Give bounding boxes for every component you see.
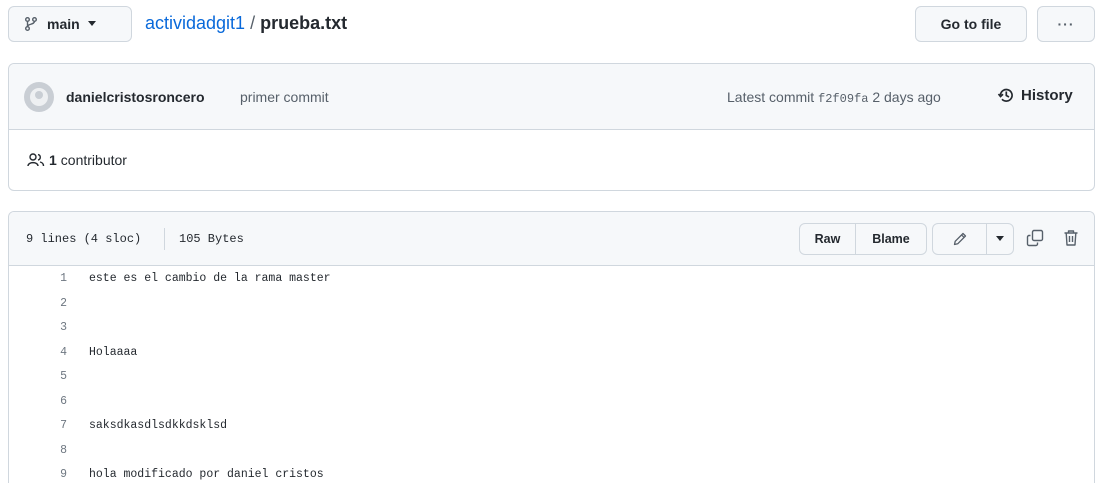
line-number[interactable]: 6 — [9, 395, 67, 408]
git-branch-icon — [23, 16, 39, 32]
code-line: 7 saksdkasdlsdkkdsklsd — [9, 419, 1094, 437]
commit-author[interactable]: danielcristosroncero — [66, 89, 205, 105]
file-size: 105 Bytes — [179, 232, 244, 246]
history-link[interactable]: History — [997, 86, 1073, 104]
go-to-file-button[interactable]: Go to file — [915, 6, 1027, 42]
line-number[interactable]: 7 — [9, 419, 67, 432]
line-number[interactable]: 8 — [9, 444, 67, 457]
line-number[interactable]: 5 — [9, 370, 67, 383]
delete-button[interactable] — [1059, 226, 1083, 250]
caret-down-icon — [996, 236, 1004, 242]
line-number[interactable]: 2 — [9, 297, 67, 310]
line-number[interactable]: 9 — [9, 468, 67, 481]
file-name: prueba.txt — [260, 13, 348, 33]
latest-commit-info: Latest commit f2f09fa 2 days ago — [727, 89, 941, 106]
code-line: 8 — [9, 444, 1094, 462]
code-line: 2 — [9, 297, 1094, 315]
edit-button[interactable] — [933, 224, 987, 254]
edit-dropdown-button[interactable] — [987, 224, 1013, 254]
breadcrumb-separator: / — [250, 13, 256, 33]
code-line: 5 — [9, 370, 1094, 388]
raw-button[interactable]: Raw — [800, 224, 856, 254]
avatar[interactable] — [24, 82, 54, 112]
line-content: hola modificado por daniel cristos — [89, 468, 324, 481]
line-content: este es el cambio de la rama master — [89, 272, 331, 285]
kebab-horizontal-icon: ··· — [1057, 16, 1075, 32]
file-header: 9 lines (4 sloc) 105 Bytes Raw Blame — [9, 212, 1094, 266]
pencil-icon — [952, 231, 968, 247]
line-content: Holaaaa — [89, 345, 138, 359]
latest-commit-prefix: Latest commit — [727, 89, 815, 105]
caret-down-icon — [87, 21, 96, 27]
line-number[interactable]: 4 — [9, 346, 67, 359]
code-line: 3 — [9, 321, 1094, 339]
commit-hash[interactable]: f2f09fa — [818, 92, 868, 106]
commit-message[interactable]: primer commit — [240, 89, 329, 105]
copy-button[interactable] — [1023, 226, 1047, 250]
branch-label: main — [47, 16, 80, 32]
copy-icon — [1026, 229, 1044, 247]
contributor-label: contributor — [60, 152, 127, 168]
people-icon — [27, 152, 45, 168]
line-number[interactable]: 3 — [9, 321, 67, 334]
history-label: History — [1021, 86, 1073, 104]
code-line: 4 Holaaaa — [9, 346, 1094, 364]
branch-selector-button[interactable]: main — [8, 6, 132, 42]
blame-button[interactable]: Blame — [856, 224, 926, 254]
repo-link[interactable]: actividadgit1 — [145, 13, 245, 33]
trash-icon — [1063, 229, 1079, 247]
line-number[interactable]: 1 — [9, 272, 67, 285]
commit-row: danielcristosroncero primer commit Lates… — [9, 64, 1094, 130]
divider — [164, 228, 165, 250]
code-line: 6 — [9, 395, 1094, 413]
file-lines-info: 9 lines (4 sloc) — [26, 232, 142, 246]
file-box: 9 lines (4 sloc) 105 Bytes Raw Blame 1 e… — [8, 211, 1095, 483]
code-line: 9 hola modificado por daniel cristos — [9, 468, 1094, 483]
commit-time: 2 days ago — [872, 89, 941, 105]
edit-group — [932, 223, 1014, 255]
breadcrumb: actividadgit1 / prueba.txt — [145, 13, 347, 37]
commit-box: danielcristosroncero primer commit Lates… — [8, 63, 1095, 191]
line-content: saksdkasdlsdkkdsklsd — [89, 419, 228, 432]
raw-blame-group: Raw Blame — [799, 223, 927, 255]
history-icon — [997, 86, 1015, 104]
more-options-button[interactable]: ··· — [1037, 6, 1095, 42]
code-view: 1 este es el cambio de la rama master 2 … — [9, 266, 1094, 483]
code-line: 1 este es el cambio de la rama master — [9, 272, 1094, 290]
contributors-row[interactable]: 1 contributor — [27, 152, 127, 168]
contributor-count: 1 — [49, 152, 57, 168]
